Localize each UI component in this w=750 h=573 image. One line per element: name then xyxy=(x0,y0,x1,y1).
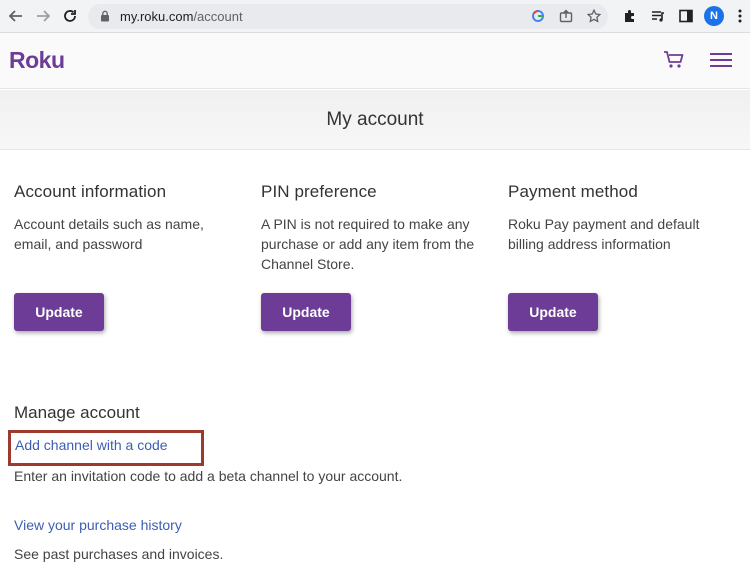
site-header: Roku xyxy=(0,33,750,89)
section-title: PIN preference xyxy=(261,182,377,201)
google-icon[interactable] xyxy=(529,7,547,25)
side-panel-icon[interactable] xyxy=(676,6,696,26)
section-title: Account information xyxy=(14,182,167,201)
purchase-history-link[interactable]: View your purchase history xyxy=(14,517,182,533)
update-pin-button[interactable]: Update xyxy=(261,293,351,331)
page-title: My account xyxy=(326,109,424,130)
profile-avatar[interactable]: N xyxy=(704,6,724,26)
account-information-section: Account information Account details such… xyxy=(14,182,239,331)
update-payment-button[interactable]: Update xyxy=(508,293,598,331)
arrow-right-icon xyxy=(37,10,51,22)
url-path: /account xyxy=(193,9,243,24)
section-description: Account details such as name, email, and… xyxy=(14,216,204,252)
forward-button[interactable] xyxy=(33,6,53,26)
media-queue-icon[interactable] xyxy=(648,6,668,26)
add-channel-description: Enter an invitation code to add a beta c… xyxy=(14,468,403,484)
url-host: my.roku.com xyxy=(120,9,194,24)
extensions-icon[interactable] xyxy=(620,6,640,26)
manage-account-title: Manage account xyxy=(14,403,140,422)
update-account-button[interactable]: Update xyxy=(14,293,104,331)
menu-button[interactable] xyxy=(709,52,733,73)
address-bar[interactable]: my.roku.com/account xyxy=(88,4,608,29)
add-channel-code-link[interactable]: Add channel with a code xyxy=(15,437,168,453)
arrow-left-icon xyxy=(8,10,22,22)
section-title: Payment method xyxy=(508,182,638,201)
section-description: Roku Pay payment and default billing add… xyxy=(508,216,700,252)
payment-method-section: Payment method Roku Pay payment and defa… xyxy=(508,182,733,331)
cart-icon xyxy=(664,51,684,68)
pin-preference-section: PIN preference A PIN is not required to … xyxy=(261,182,486,331)
roku-logo[interactable]: Roku xyxy=(9,47,65,74)
hamburger-menu-icon xyxy=(710,53,732,67)
url-text: my.roku.com/account xyxy=(120,9,243,24)
browser-toolbar: my.roku.com/account N xyxy=(0,0,750,33)
back-button[interactable] xyxy=(6,6,26,26)
purchase-history-description: See past purchases and invoices. xyxy=(14,546,224,562)
title-band: My account xyxy=(0,90,750,150)
cart-button[interactable] xyxy=(663,50,685,75)
more-menu-icon[interactable] xyxy=(730,6,750,26)
lock-icon xyxy=(101,10,109,22)
reload-button[interactable] xyxy=(60,6,80,26)
share-icon[interactable] xyxy=(557,7,575,25)
star-icon[interactable] xyxy=(585,7,603,25)
section-description: A PIN is not required to make any purcha… xyxy=(261,216,475,272)
reload-icon xyxy=(64,10,76,22)
